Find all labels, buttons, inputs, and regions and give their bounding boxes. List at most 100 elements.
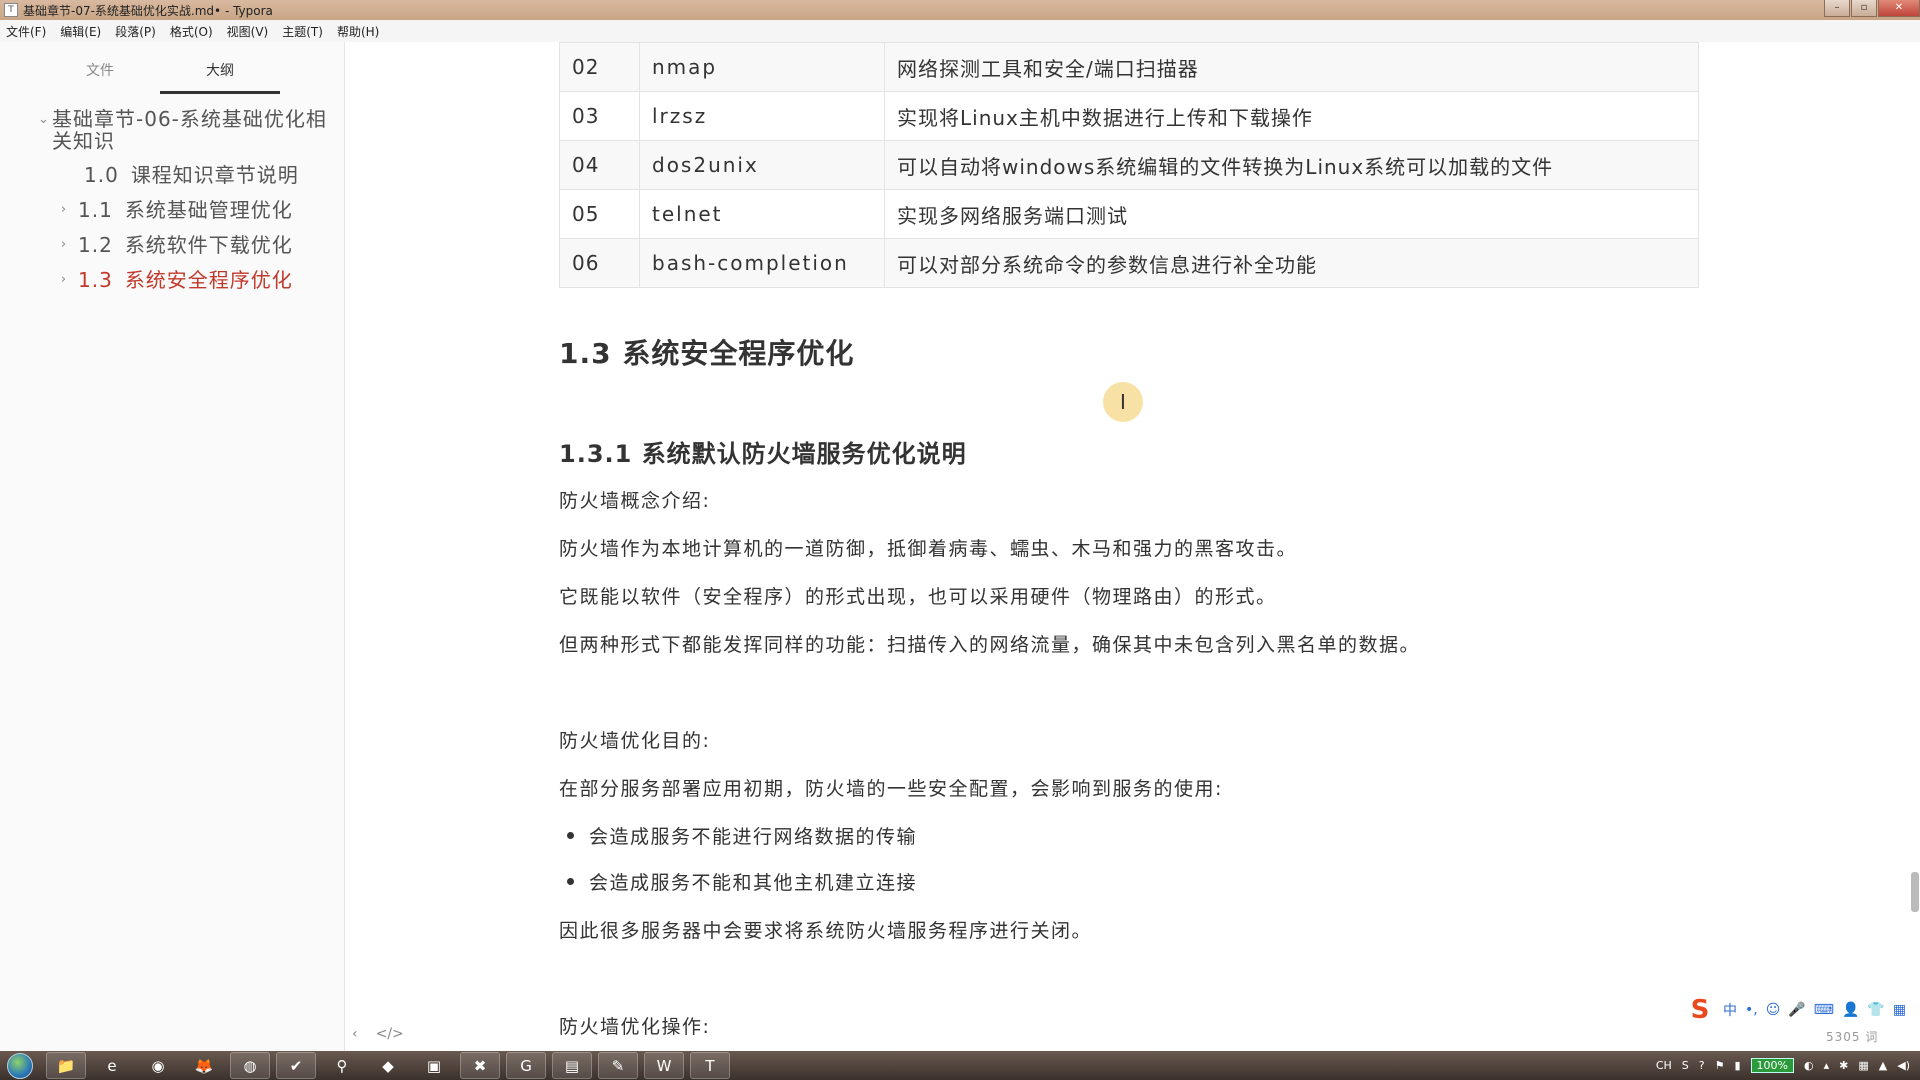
menu-format[interactable]: 格式(O) <box>170 23 213 40</box>
outline-item-1-1[interactable]: › 1.1 系统基础管理优化 <box>0 198 344 222</box>
ime-punctuation-icon[interactable]: •, <box>1745 1002 1758 1018</box>
taskbar-app-icon[interactable]: ▣ <box>414 1052 454 1079</box>
table-cell[interactable]: 可以对部分系统命令的参数信息进行补全功能 <box>884 238 1699 288</box>
word-count[interactable]: 5305 词 <box>1826 1028 1878 1045</box>
system-tray: CH S ? ⚑ ▮ 100% ◐ ▴ ✱ ▦ ▲ ◀) <box>1646 1058 1920 1073</box>
taskbar-search-icon[interactable]: ⚲ <box>322 1052 362 1079</box>
outline-item-label: 系统基础管理优化 <box>124 198 293 222</box>
show-hidden-icons-icon[interactable]: ▴ <box>1824 1059 1830 1072</box>
table-cell[interactable]: nmap <box>639 42 885 92</box>
menu-theme[interactable]: 主题(T) <box>282 23 323 40</box>
menu-bar: 文件(F) 编辑(E) 段落(P) 格式(O) 视图(V) 主题(T) 帮助(H… <box>0 20 1920 42</box>
list-item[interactable]: 会造成服务不能进行网络数据的传输 <box>559 822 917 868</box>
chevron-right-icon[interactable]: › <box>56 198 72 222</box>
paragraph[interactable]: 但两种形式下都能发挥同样的功能：扫描传入的网络流量，确保其中未包含列入黑名单的数… <box>559 630 1420 657</box>
chevron-down-icon[interactable]: ⌄ <box>36 108 52 132</box>
bluetooth-icon[interactable]: ✱ <box>1839 1059 1848 1072</box>
ime-menu-icon[interactable]: ▦ <box>1893 1002 1906 1018</box>
editor-area[interactable]: 02 nmap 网络探测工具和安全/端口扫描器 03 lrzsz 实现将Linu… <box>345 42 1920 1051</box>
menu-file[interactable]: 文件(F) <box>6 23 46 40</box>
ime-emoji-icon[interactable]: ☺ <box>1766 1002 1781 1018</box>
ime-toolbar: S 中 •, ☺ 🎤 ⌨ 👤 👕 ▦ <box>1685 995 1906 1025</box>
taskbar-app-icon[interactable]: ✔ <box>276 1052 316 1079</box>
maximize-button[interactable]: ▫ <box>1851 0 1877 17</box>
menu-paragraph[interactable]: 段落(P) <box>115 23 156 40</box>
minimize-button[interactable]: – <box>1824 0 1850 17</box>
chevron-right-icon[interactable]: › <box>56 268 72 292</box>
sogou-tray-icon[interactable]: S <box>1682 1059 1689 1072</box>
table-cell[interactable]: 02 <box>559 42 640 92</box>
table-cell[interactable]: 可以自动将windows系统编辑的文件转换为Linux系统可以加载的文件 <box>884 140 1699 190</box>
paragraph[interactable]: 防火墙作为本地计算机的一道防御，抵御着病毒、蠕虫、木马和强力的黑客攻击。 <box>559 534 1297 561</box>
table-cell[interactable]: lrzsz <box>639 91 885 141</box>
section-heading[interactable]: 1.3 系统安全程序优化 <box>559 332 854 372</box>
table-row: 03 lrzsz 实现将Linux主机中数据进行上传和下载操作 <box>559 91 1699 141</box>
taskbar-explorer-icon[interactable]: 📁 <box>46 1052 86 1079</box>
taskbar-typora-icon[interactable]: T <box>690 1052 730 1079</box>
taskbar-vscode-icon[interactable]: ◆ <box>368 1052 408 1079</box>
taskbar-app-icon[interactable]: ◉ <box>138 1052 178 1079</box>
paragraph[interactable]: 它既能以软件（安全程序）的形式出现，也可以采用硬件（物理路由）的形式。 <box>559 582 1277 609</box>
tab-outline[interactable]: 大纲 <box>160 42 280 94</box>
windows-logo-icon <box>7 1052 33 1079</box>
table-cell[interactable]: dos2unix <box>639 140 885 190</box>
table-cell[interactable]: bash-completion <box>639 238 885 288</box>
tab-files[interactable]: 文件 <box>40 42 160 94</box>
paragraph[interactable]: 防火墙概念介绍: <box>559 486 710 513</box>
taskbar-app-icon[interactable]: G <box>506 1052 546 1079</box>
table-row: 02 nmap 网络探测工具和安全/端口扫描器 <box>559 42 1699 92</box>
ime-chinese-mode-icon[interactable]: 中 <box>1723 1000 1737 1020</box>
taskbar: 📁 e ◉ 🦊 ◍ ✔ ⚲ ◆ ▣ ✖ G ▤ ✎ W T CH S ? ⚑ ▮… <box>0 1051 1920 1080</box>
outline-tree: ⌄ 基础章节-06-系统基础优化相关知识 1.0 课程知识章节说明 › 1.1 … <box>0 94 344 292</box>
close-button[interactable]: ✕ <box>1878 0 1920 17</box>
tray-app-icon[interactable]: ▮ <box>1734 1059 1740 1072</box>
paragraph[interactable]: 防火墙优化操作: <box>559 1012 710 1039</box>
outline-item-number: 1.3 <box>78 268 113 292</box>
menu-help[interactable]: 帮助(H) <box>337 23 379 40</box>
taskbar-app-icon[interactable]: ▤ <box>552 1052 592 1079</box>
ime-user-icon[interactable]: 👤 <box>1842 1002 1859 1018</box>
taskbar-firefox-icon[interactable]: 🦊 <box>184 1052 224 1079</box>
list-item[interactable]: 会造成服务不能和其他主机建立连接 <box>559 868 917 914</box>
table-cell[interactable]: 实现将Linux主机中数据进行上传和下载操作 <box>884 91 1699 141</box>
battery-indicator[interactable]: 100% <box>1750 1058 1794 1073</box>
taskbar-ie-icon[interactable]: e <box>92 1052 132 1079</box>
help-icon[interactable]: ? <box>1699 1059 1705 1072</box>
tray-flag-icon[interactable]: ⚑ <box>1715 1059 1725 1072</box>
table-row: 05 telnet 实现多网络服务端口测试 <box>559 189 1699 239</box>
table-row: 04 dos2unix 可以自动将windows系统编辑的文件转换为Linux系… <box>559 140 1699 190</box>
ime-voice-icon[interactable]: 🎤 <box>1788 1002 1805 1018</box>
table-cell[interactable]: 04 <box>559 140 640 190</box>
taskbar-word-icon[interactable]: W <box>644 1052 684 1079</box>
table-cell[interactable]: 05 <box>559 189 640 239</box>
paragraph[interactable]: 因此很多服务器中会要求将系统防火墙服务程序进行关闭。 <box>559 916 1092 943</box>
network-icon[interactable]: ▲ <box>1879 1059 1887 1072</box>
tray-app-icon[interactable]: ◐ <box>1804 1059 1814 1072</box>
table-cell[interactable]: 06 <box>559 238 640 288</box>
table-cell[interactable]: 实现多网络服务端口测试 <box>884 189 1699 239</box>
taskbar-notepad-icon[interactable]: ✎ <box>598 1052 638 1079</box>
taskbar-xmind-icon[interactable]: ✖ <box>460 1052 500 1079</box>
tray-app-icon[interactable]: ▦ <box>1858 1059 1868 1072</box>
outline-item-1-3[interactable]: › 1.3 系统安全程序优化 <box>0 268 344 292</box>
outline-item-1-2[interactable]: › 1.2 系统软件下载优化 <box>0 233 344 257</box>
sogou-logo-icon[interactable]: S <box>1685 995 1715 1025</box>
outline-item-1-0[interactable]: 1.0 课程知识章节说明 <box>0 163 344 187</box>
table-cell[interactable]: 网络探测工具和安全/端口扫描器 <box>884 42 1699 92</box>
table-cell[interactable]: 03 <box>559 91 640 141</box>
ime-skin-icon[interactable]: 👕 <box>1867 1002 1884 1018</box>
taskbar-chrome-icon[interactable]: ◍ <box>230 1052 270 1079</box>
chevron-right-icon[interactable]: › <box>56 233 72 257</box>
scrollbar-thumb[interactable] <box>1911 872 1919 912</box>
outline-item-root[interactable]: ⌄ 基础章节-06-系统基础优化相关知识 <box>0 108 344 152</box>
menu-edit[interactable]: 编辑(E) <box>60 23 101 40</box>
paragraph[interactable]: 在部分服务部署应用初期，防火墙的一些安全配置，会影响到服务的使用: <box>559 774 1223 801</box>
volume-icon[interactable]: ◀) <box>1897 1059 1910 1072</box>
language-indicator[interactable]: CH <box>1656 1059 1672 1072</box>
menu-view[interactable]: 视图(V) <box>227 23 269 40</box>
start-button[interactable] <box>0 1051 40 1080</box>
table-cell[interactable]: telnet <box>639 189 885 239</box>
paragraph[interactable]: 防火墙优化目的: <box>559 726 710 753</box>
ime-keyboard-icon[interactable]: ⌨ <box>1814 1002 1834 1018</box>
subsection-heading[interactable]: 1.3.1 系统默认防火墙服务优化说明 <box>559 434 967 469</box>
